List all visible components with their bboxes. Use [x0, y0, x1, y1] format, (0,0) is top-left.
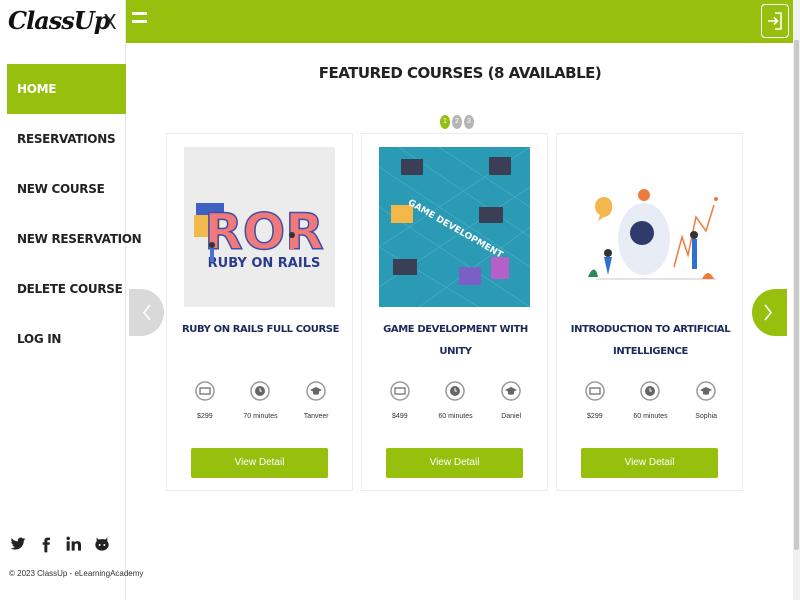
- sidebar-item-home[interactable]: HOME: [7, 64, 126, 114]
- carousel-dot-2[interactable]: 2: [452, 115, 462, 129]
- graduation-cap-icon: [501, 381, 521, 401]
- course-image[interactable]: [574, 147, 725, 307]
- carousel-prev-button[interactable]: [129, 289, 164, 336]
- course-duration: 60 minutes: [438, 413, 473, 420]
- page-scrollbar[interactable]: [793, 0, 800, 600]
- chevron-right-icon: [764, 304, 773, 321]
- hamburger-icon[interactable]: [132, 12, 147, 30]
- price-icon: [195, 381, 215, 401]
- course-title[interactable]: RUBY ON RAILS FULL COURSE: [173, 319, 348, 341]
- course-instructor: Sophia: [695, 413, 718, 420]
- github-icon[interactable]: [94, 536, 122, 558]
- course-duration: 70 minutes: [243, 413, 278, 420]
- price-icon: [585, 381, 605, 401]
- course-title[interactable]: INTRODUCTION TO ARTIFICIAL INTELLIGENCE: [563, 319, 738, 363]
- sidebar-item-new-reservation[interactable]: NEW RESERVATION: [7, 214, 142, 264]
- carousel-next-button[interactable]: [752, 289, 787, 336]
- course-instructor: Tanveer: [303, 413, 329, 420]
- course-meta: $299 70 minutes Tanveer: [167, 379, 354, 420]
- clock-icon: [250, 381, 271, 401]
- top-bar: [126, 0, 794, 43]
- course-price: $499: [392, 413, 408, 420]
- course-image[interactable]: ROR RUBY ON RAILS: [184, 147, 335, 307]
- carousel-dot-1[interactable]: 1: [440, 115, 450, 129]
- course-image-caption-small: RUBY ON RAILS: [208, 256, 321, 271]
- page-title: FEATURED COURSES (8 AVAILABLE): [318, 64, 602, 82]
- linkedin-icon[interactable]: [66, 536, 94, 558]
- course-card: ROR RUBY ON RAILS RUBY ON RAILS FULL COU…: [166, 133, 353, 491]
- course-title[interactable]: GAME DEVELOPMENT WITH UNITY: [368, 319, 543, 363]
- course-card: GAME DEVELOPMENT GAME DEVELOPMENT WITH U…: [361, 133, 548, 491]
- clock-icon: [445, 381, 466, 401]
- sign-in-icon[interactable]: [761, 4, 789, 38]
- course-price: $299: [197, 413, 213, 420]
- course-image[interactable]: GAME DEVELOPMENT: [379, 147, 530, 307]
- twitter-icon[interactable]: [10, 536, 38, 558]
- course-instructor: Daniel: [501, 413, 522, 420]
- graduation-cap-icon: [696, 381, 716, 401]
- copyright-text: © 2023 ClassUp - eLearningAcademy: [9, 569, 144, 578]
- carousel-dot-3[interactable]: 3: [464, 115, 474, 129]
- chevron-left-icon: [142, 304, 151, 321]
- course-meta: $499 60 minutes Daniel: [362, 379, 549, 420]
- view-detail-button[interactable]: View Detail: [191, 448, 328, 478]
- course-duration: 60 minutes: [633, 413, 668, 420]
- price-icon: [390, 381, 410, 401]
- sidebar-item-reservations[interactable]: RESERVATIONS: [7, 114, 126, 164]
- course-price: $299: [587, 413, 603, 420]
- sidebar: ClassUp X HOME RESERVATIONS NEW COURSE N…: [0, 0, 143, 600]
- sidebar-item-delete-course[interactable]: DELETE COURSE: [7, 264, 126, 314]
- view-detail-button[interactable]: View Detail: [386, 448, 523, 478]
- app-logo[interactable]: ClassUp: [8, 6, 111, 35]
- sidebar-item-log-in[interactable]: LOG IN: [7, 314, 126, 364]
- course-image-caption-big: ROR: [204, 203, 324, 261]
- social-links: [10, 536, 122, 558]
- sidebar-nav: HOME RESERVATIONS NEW COURSE NEW RESERVA…: [7, 64, 142, 364]
- carousel-pagination: 1 2 3: [440, 115, 474, 129]
- clock-icon: [640, 381, 661, 401]
- facebook-icon[interactable]: [38, 536, 66, 558]
- view-detail-button[interactable]: View Detail: [581, 448, 718, 478]
- graduation-cap-icon: [306, 381, 326, 401]
- close-sidebar-button[interactable]: X: [103, 10, 117, 34]
- course-card: INTRODUCTION TO ARTIFICIAL INTELLIGENCE …: [556, 133, 743, 491]
- course-meta: $299 60 minutes Sophia: [557, 379, 744, 420]
- sidebar-item-new-course[interactable]: NEW COURSE: [7, 164, 126, 214]
